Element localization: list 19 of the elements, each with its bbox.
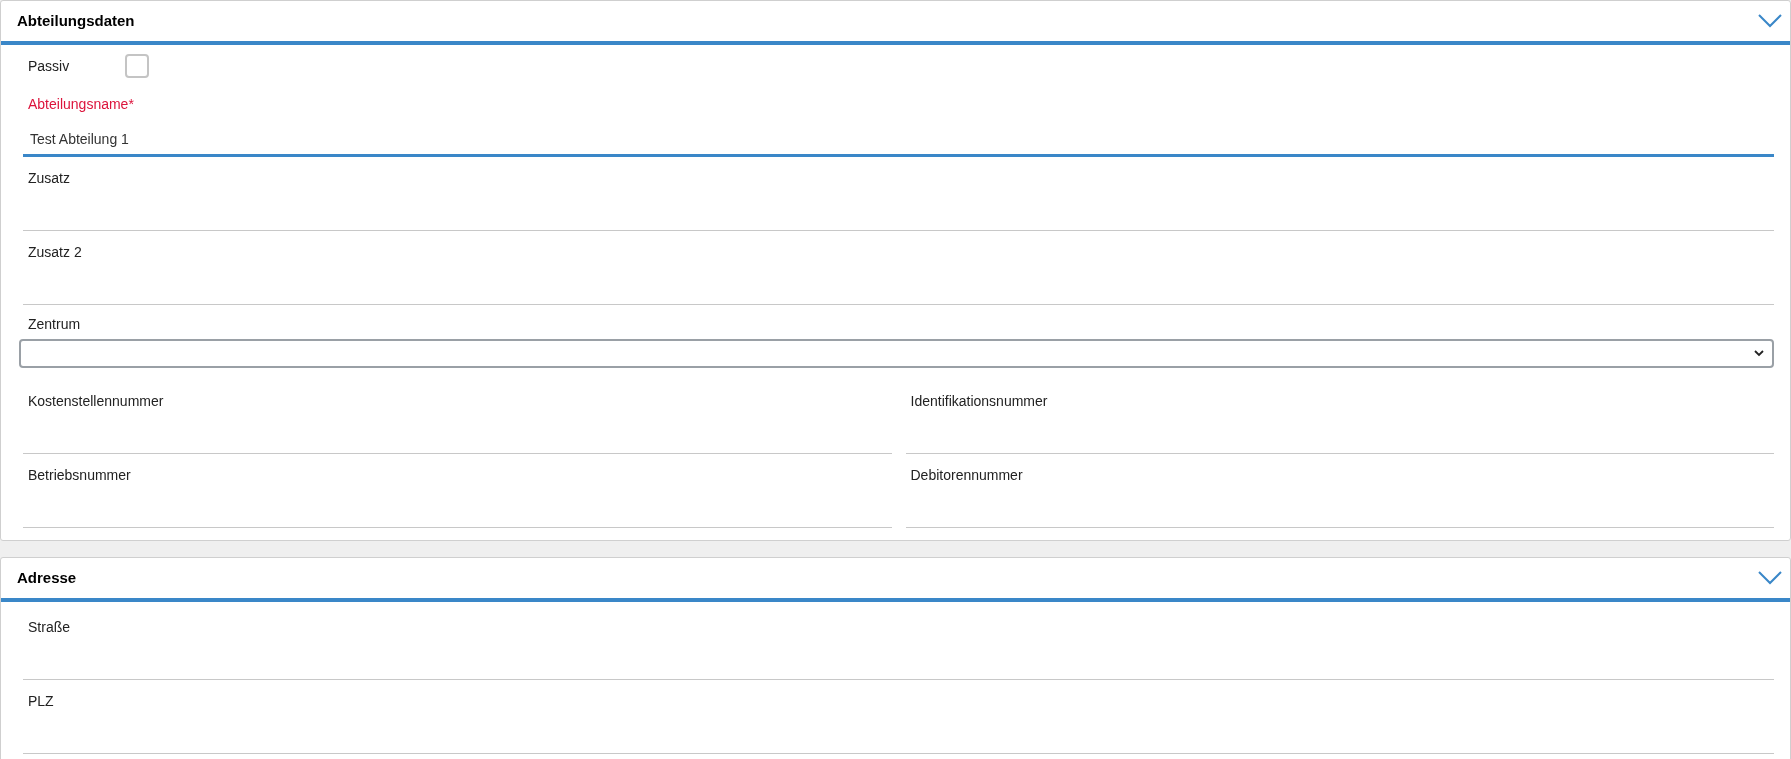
checkbox-label: Passiv xyxy=(28,56,70,76)
field-label: Betriebsnummer xyxy=(28,466,132,484)
field-label: Identifikationsnummer xyxy=(910,392,1049,410)
field-label: Debitorennummer xyxy=(910,466,1024,484)
field-label: Zusatz xyxy=(28,169,71,187)
field-label: Zusatz 2 xyxy=(28,243,83,261)
dropdown-field[interactable] xyxy=(19,339,1774,368)
text-field[interactable]: Test Abteilung 1 xyxy=(23,123,1774,157)
section-title: Adresse xyxy=(17,567,77,588)
field-label: PLZ xyxy=(28,692,55,710)
chevron-down-icon[interactable] xyxy=(1758,14,1782,28)
field-label: Abteilungsname* xyxy=(28,95,135,113)
chevron-down-icon[interactable] xyxy=(1758,571,1782,585)
section-title: Abteilungsdaten xyxy=(17,10,135,31)
caret-icon xyxy=(1754,350,1764,357)
field-label: Kostenstellennummer xyxy=(28,392,165,410)
field-label: Zentrum xyxy=(28,315,82,333)
field-label: Straße xyxy=(28,618,71,636)
checkbox[interactable] xyxy=(125,54,150,78)
